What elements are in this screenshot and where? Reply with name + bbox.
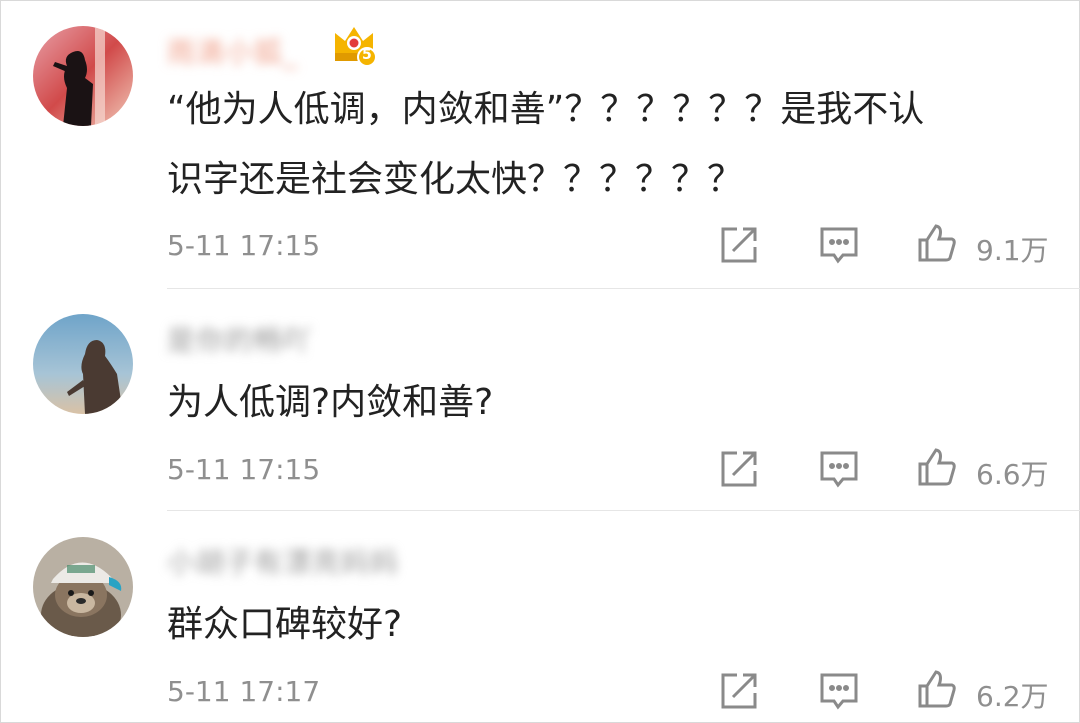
- comment-icon[interactable]: [819, 449, 859, 489]
- timestamp: 5-11 17:15: [167, 453, 321, 486]
- thumbs-up-icon[interactable]: [917, 447, 957, 487]
- comment-text-line: 识字还是社会变化太快？？？？？？: [167, 159, 744, 200]
- timestamp: 5-11 17:15: [167, 229, 321, 262]
- like-count: 6.2万: [976, 680, 1049, 713]
- share-icon[interactable]: [719, 225, 759, 265]
- share-icon[interactable]: [719, 449, 759, 489]
- comment-text-line: “他为人低调，内敛和善”？？？？？？是我不认: [167, 89, 925, 130]
- comment-text: 群众口碑较好?: [167, 604, 403, 645]
- crown-badge-icon: 5: [331, 23, 377, 67]
- comment-text: “他为人低调，内敛和善”？？？？？？是我不认 识字还是社会变化太快？？？？？？: [167, 75, 1047, 215]
- avatar[interactable]: [33, 26, 133, 126]
- like-count: 9.1万: [976, 234, 1049, 267]
- comment-icon[interactable]: [819, 225, 859, 265]
- like-count: 6.6万: [976, 458, 1049, 491]
- avatar[interactable]: [33, 314, 133, 414]
- comment-item: 是你的畅吖 为人低调?内敛和善? 5-11 17:15 6.6万: [1, 289, 1080, 511]
- comment-item: 雨滴小狐_ 5 “他为人低调，内敛和善”？？？？？？是我不认 识字还是社会变化太…: [1, 1, 1080, 289]
- comment-item: 小胡子有漂亮妈妈 群众口碑较好? 5-11 17:17 6.2万: [1, 511, 1080, 722]
- username[interactable]: 小胡子有漂亮妈妈: [167, 541, 399, 581]
- username[interactable]: 雨滴小狐_: [167, 31, 298, 71]
- share-icon[interactable]: [719, 671, 759, 711]
- thumbs-up-icon[interactable]: [917, 223, 957, 263]
- timestamp: 5-11 17:17: [167, 675, 321, 708]
- comment-icon[interactable]: [819, 671, 859, 711]
- avatar[interactable]: [33, 537, 133, 637]
- username[interactable]: 是你的畅吖: [167, 319, 312, 359]
- thumbs-up-icon[interactable]: [917, 669, 957, 709]
- comment-list: 雨滴小狐_ 5 “他为人低调，内敛和善”？？？？？？是我不认 识字还是社会变化太…: [0, 0, 1080, 723]
- comment-text: 为人低调?内敛和善?: [167, 382, 494, 423]
- badge-level: 5: [362, 47, 372, 63]
